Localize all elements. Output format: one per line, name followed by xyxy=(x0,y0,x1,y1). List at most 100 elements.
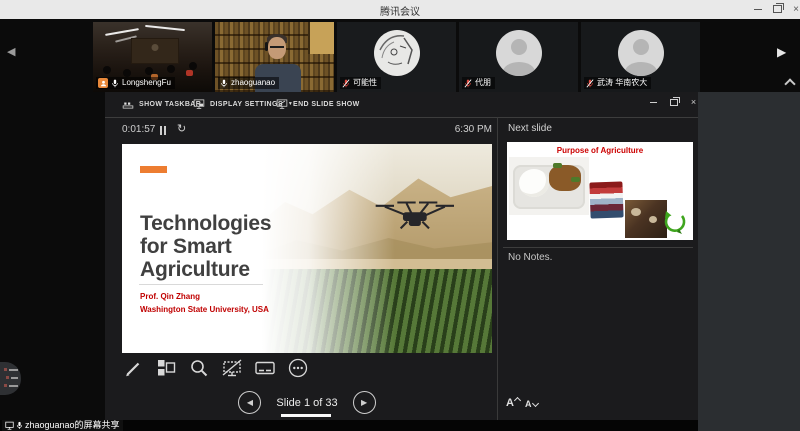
avatar xyxy=(618,30,664,76)
participant-name: 可能性 xyxy=(353,78,377,88)
toolbar-divider xyxy=(105,117,698,118)
next-slide-heading: Next slide xyxy=(508,123,552,134)
font-decrease-label: A xyxy=(525,399,532,409)
livestock-photo xyxy=(625,200,667,238)
increase-notes-font-button[interactable]: A xyxy=(506,397,520,409)
app-restore-button[interactable] xyxy=(768,0,786,18)
pause-timer-button[interactable] xyxy=(160,126,166,135)
mic-muted-icon xyxy=(342,79,350,88)
show-taskbar-label: SHOW TASKBAR xyxy=(139,101,201,108)
powerpoint-presenter-view: SHOW TASKBAR DISPLAY SETTINGS ▼ END SLID… xyxy=(105,92,698,420)
clock-time: 6:30 PM xyxy=(418,124,492,135)
app-close-button[interactable]: × xyxy=(787,0,800,18)
magnifier-icon xyxy=(189,358,209,378)
accent-bar xyxy=(140,166,167,173)
pen-button[interactable] xyxy=(122,357,144,379)
participant-label: 武涛 华南农大 xyxy=(584,77,651,89)
participant-name: zhaoguanao xyxy=(231,78,275,88)
mic-icon xyxy=(16,421,23,430)
slide-navigation: ◀ Slide 1 of 33 ▶ xyxy=(122,391,492,414)
show-taskbar-button[interactable]: SHOW TASKBAR xyxy=(122,98,201,110)
video-tile-wutao[interactable]: 武涛 华南农大 xyxy=(581,22,700,92)
elapsed-timer: 0:01:57 xyxy=(122,124,155,135)
end-show-icon xyxy=(276,98,288,110)
screen-share-label: zhaoguanao的屏幕共享 xyxy=(2,420,123,431)
participant-label: zhaoguanao xyxy=(218,77,279,89)
avatar xyxy=(496,30,542,76)
title-divider xyxy=(139,284,263,285)
video-tile-zhaoguanao[interactable]: zhaoguanao xyxy=(215,22,334,92)
participant-label: 代朋 xyxy=(462,77,495,89)
close-icon: × xyxy=(793,4,799,15)
monitor-icon xyxy=(193,98,205,110)
font-increase-label: A xyxy=(506,397,514,409)
black-screen-button[interactable] xyxy=(221,357,243,379)
video-tile-daipeng[interactable]: 代朋 xyxy=(459,22,578,92)
next-icon: ▶ xyxy=(361,399,367,407)
window-restore-button[interactable] xyxy=(666,96,681,108)
caret-down-icon xyxy=(531,400,538,407)
previous-slide-button[interactable]: ◀ xyxy=(238,391,261,414)
mic-icon xyxy=(111,79,119,88)
pen-icon xyxy=(123,358,143,378)
participant-name: LongshengFu xyxy=(122,78,171,88)
next-slide-button[interactable]: ▶ xyxy=(353,391,376,414)
subtitles-button[interactable] xyxy=(254,357,276,379)
desktop-background xyxy=(698,92,800,431)
mic-icon xyxy=(220,79,228,88)
window-minimize-button[interactable] xyxy=(646,96,661,108)
strip-prev-icon[interactable]: ◀ xyxy=(7,47,15,58)
zoom-slide-button[interactable] xyxy=(188,357,210,379)
recycle-icon xyxy=(663,210,687,236)
window-close-button[interactable]: × xyxy=(686,96,701,108)
end-slide-show-label: END SLIDE SHOW xyxy=(293,101,360,108)
textiles-photo xyxy=(589,181,623,218)
avatar xyxy=(374,30,420,76)
app-minimize-button[interactable] xyxy=(749,0,767,18)
prev-icon: ◀ xyxy=(247,399,253,407)
decrease-notes-font-button[interactable]: A xyxy=(525,399,538,409)
video-tile-kenengxing[interactable]: 可能性 xyxy=(337,22,456,92)
notes-divider xyxy=(503,247,693,248)
mic-muted-icon xyxy=(586,79,594,88)
restore-icon xyxy=(670,99,678,106)
close-icon: × xyxy=(691,97,696,107)
caret-up-icon xyxy=(514,397,521,404)
tencent-meeting-window: 腾讯会议 × ◀ ▶ LongshengFu xyxy=(0,0,800,431)
video-tile-longshengfu[interactable]: LongshengFu xyxy=(93,22,212,92)
minimize-icon xyxy=(650,102,657,103)
black-screen-icon xyxy=(221,358,243,378)
app-title: 腾讯会议 xyxy=(0,3,800,18)
slide-counter-underline xyxy=(281,414,331,417)
taskbar-icon xyxy=(122,98,134,110)
sketch-avatar-icon xyxy=(374,30,420,76)
screen-share-icon xyxy=(5,421,14,430)
next-slide-title: Purpose of Agriculture xyxy=(507,146,693,155)
end-slide-show-button[interactable]: END SLIDE SHOW xyxy=(276,98,360,110)
participant-name: 武涛 华南农大 xyxy=(597,78,647,88)
current-slide: Technologies for Smart Agriculture Prof.… xyxy=(122,144,492,353)
more-options-button[interactable] xyxy=(287,357,309,379)
food-photo xyxy=(509,157,589,215)
slide-counter: Slide 1 of 33 xyxy=(276,397,337,409)
notes-text: No Notes. xyxy=(508,252,552,263)
minimize-icon xyxy=(754,9,762,10)
participant-label: 可能性 xyxy=(340,77,381,89)
slide-author: Prof. Qin Zhang xyxy=(140,292,200,301)
display-settings-label: DISPLAY SETTINGS xyxy=(210,101,283,108)
person-icon xyxy=(100,80,107,87)
panel-divider xyxy=(497,117,498,420)
restart-timer-icon[interactable]: ↻ xyxy=(177,124,186,135)
slide-affiliation: Washington State University, USA xyxy=(140,305,269,314)
see-all-slides-button[interactable] xyxy=(155,357,177,379)
ellipsis-icon xyxy=(287,357,309,379)
share-label-text: zhaoguanao的屏幕共享 xyxy=(25,420,120,431)
strip-next-icon[interactable]: ▶ xyxy=(777,47,786,58)
subtitles-icon xyxy=(254,358,276,378)
participant-name: 代朋 xyxy=(475,78,491,88)
restore-icon xyxy=(773,5,782,13)
participant-label: LongshengFu xyxy=(96,77,175,89)
slides-grid-icon xyxy=(156,358,176,378)
slide-photo-vineyard xyxy=(262,144,492,353)
next-slide-thumbnail[interactable]: Purpose of Agriculture xyxy=(507,142,693,240)
